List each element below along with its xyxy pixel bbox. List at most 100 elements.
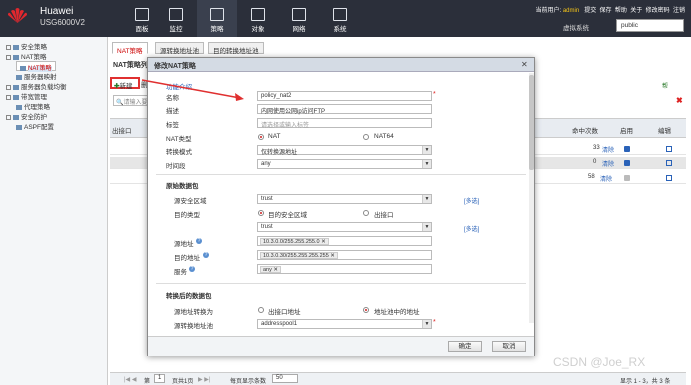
tab-dest-pool[interactable]: 目的转换地址池 — [208, 42, 264, 55]
page-number-input[interactable]: 1 — [154, 374, 166, 383]
current-user-name: admin — [562, 8, 580, 14]
help-link[interactable]: 帮助 — [615, 8, 627, 14]
save-link[interactable]: 保存 — [600, 8, 612, 14]
name-input[interactable]: policy_nat2 — [257, 91, 432, 101]
clear-hits-link[interactable]: 清除 — [602, 145, 614, 154]
policy-icon — [210, 8, 224, 21]
nav-system[interactable]: 系统 — [320, 0, 360, 37]
sidebar-item-server-mapping[interactable]: 服务器映射 — [16, 71, 57, 81]
translate-to-interface-radio[interactable] — [258, 307, 264, 313]
dest-type-interface-radio[interactable] — [363, 210, 369, 216]
dialog-title: 修改NAT策略 — [148, 58, 534, 72]
network-icon — [292, 8, 306, 21]
sidebar-item-security-policy[interactable]: 安全策略 — [6, 41, 47, 51]
enable-checkbox[interactable] — [624, 175, 630, 181]
required-mark: * — [433, 91, 436, 98]
dialog-footer: 确定 取消 — [148, 336, 534, 356]
edit-icon[interactable] — [666, 146, 672, 152]
edit-icon[interactable] — [666, 175, 672, 181]
edit-icon[interactable] — [666, 160, 672, 166]
folder-icon — [16, 124, 22, 130]
sidebar-item-proxy-policy[interactable]: 代理策略 — [16, 101, 50, 111]
time-range-select[interactable]: any ▼ — [257, 159, 432, 169]
dest-type-zone-radio[interactable] — [258, 210, 264, 216]
required-mark: * — [433, 319, 436, 326]
object-icon — [251, 8, 265, 21]
device-model: USG6000V2 — [40, 18, 85, 27]
cancel-button[interactable]: 取消 — [492, 341, 526, 352]
description-input[interactable]: 内网使用公网ip访问FTP — [257, 104, 432, 115]
new-button[interactable]: ✚新建 — [110, 77, 140, 90]
help-icon[interactable]: ? — [189, 266, 195, 272]
multi-select-link[interactable]: [多选] — [464, 224, 479, 233]
system-icon — [333, 8, 347, 21]
nav-policy[interactable]: 策略 — [197, 0, 237, 37]
enable-checkbox[interactable] — [624, 146, 630, 152]
sidebar-item-bandwidth[interactable]: 带宽管理 — [6, 91, 47, 101]
vsys-select[interactable]: public — [616, 19, 684, 32]
close-icon[interactable]: ✕ — [521, 60, 528, 69]
help-icon[interactable]: ? — [203, 252, 209, 258]
address-tag: 10.3.0.0/255.255.255.0 ✕ — [260, 238, 329, 245]
folder-icon — [13, 84, 19, 90]
address-tag: 10.3.0.30/255.255.255.255 ✕ — [260, 252, 338, 259]
source-zone-select[interactable]: trust ▼ — [257, 194, 432, 204]
monitor-icon — [169, 8, 183, 21]
translated-packet-section: 转换后的数据包 — [166, 293, 212, 300]
change-password-link[interactable]: 修改密码 — [646, 8, 670, 14]
chevron-down-icon: ▼ — [422, 223, 431, 231]
enable-checkbox[interactable] — [624, 160, 630, 166]
huawei-logo-icon — [8, 8, 27, 23]
folder-icon — [13, 44, 19, 50]
original-packet-section: 原始数据包 — [166, 183, 199, 190]
commit-link[interactable]: 提交 — [584, 8, 596, 14]
nav-object[interactable]: 对象 — [238, 0, 278, 37]
ok-button[interactable]: 确定 — [448, 341, 482, 352]
pagination-bar: |◀ ◀ 第 1 页共1页 ▶ ▶| 每页显示条数 50 显示 1 - 3，共 … — [110, 372, 686, 385]
service-input[interactable]: any ✕ — [257, 264, 432, 274]
next-page-icon[interactable]: ▶ ▶| — [198, 376, 210, 383]
dest-address-input[interactable]: 10.3.0.30/255.255.255.255 ✕ — [257, 250, 432, 260]
help-link[interactable]: 帮 — [662, 81, 668, 90]
about-link[interactable]: 关于 — [630, 8, 642, 14]
folder-icon — [16, 74, 22, 80]
sidebar-item-nat-policy[interactable]: NAT策略 — [16, 61, 56, 72]
multi-select-link[interactable]: [多选] — [464, 196, 479, 205]
brand-name: Huawei — [40, 6, 74, 17]
translate-to-pool-radio[interactable] — [363, 307, 369, 313]
sidebar-item-slb[interactable]: 服务器负载均衡 — [6, 81, 67, 91]
clear-hits-link[interactable]: 清除 — [602, 159, 614, 168]
folder-icon — [16, 104, 22, 110]
nav-network[interactable]: 网络 — [279, 0, 319, 37]
top-bar: Huawei USG6000V2 面板 监控 策略 对象 网络 系统 当前用户:… — [0, 0, 691, 37]
source-address-input[interactable]: 10.3.0.0/255.255.255.0 ✕ — [257, 236, 432, 246]
dest-zone-select[interactable]: trust ▼ — [257, 222, 432, 232]
clear-hits-link[interactable]: 清除 — [600, 174, 612, 183]
sidebar-item-security-defense[interactable]: 安全防护 — [6, 111, 47, 121]
dashboard-icon — [135, 8, 149, 21]
first-page-icon[interactable]: |◀ ◀ — [124, 376, 136, 383]
service-tag: any ✕ — [260, 266, 282, 273]
nat-type-nat-radio[interactable] — [258, 134, 264, 140]
source-pool-select[interactable]: addresspool1 ▼ — [257, 319, 432, 329]
chevron-down-icon: ▼ — [422, 160, 431, 168]
tag-input[interactable]: 请选择或输入标签 — [257, 118, 432, 129]
tab-nat-policy[interactable]: NAT策略 — [112, 42, 148, 55]
sidebar-item-aspf[interactable]: ASPF配置 — [16, 121, 54, 131]
nav-monitor[interactable]: 监控 — [156, 0, 196, 37]
sidebar-item-nat-policy-group[interactable]: NAT策略 — [6, 51, 47, 61]
delete-icon[interactable]: ✖ — [676, 96, 683, 105]
user-toolbar: 当前用户: admin 提交 保存 帮助 关于 修改密码 注销 — [535, 5, 685, 14]
watermark: CSDN @Joe_RX — [553, 355, 646, 369]
annotation-arrow-icon — [141, 79, 244, 101]
chevron-down-icon: ▼ — [422, 195, 431, 203]
translation-mode-select[interactable]: 仅转换源地址 ▼ — [257, 145, 432, 156]
logout-link[interactable]: 注销 — [673, 8, 685, 14]
dialog-scrollbar[interactable] — [529, 73, 534, 323]
help-icon[interactable]: ? — [196, 238, 202, 244]
tab-source-pool[interactable]: 源转换地址池 — [155, 42, 204, 55]
nat-type-nat64-radio[interactable] — [363, 134, 369, 140]
page-size-select[interactable]: 50 — [272, 374, 298, 383]
vsys-label: 虚拟系统 — [563, 25, 589, 32]
folder-icon — [13, 54, 19, 60]
